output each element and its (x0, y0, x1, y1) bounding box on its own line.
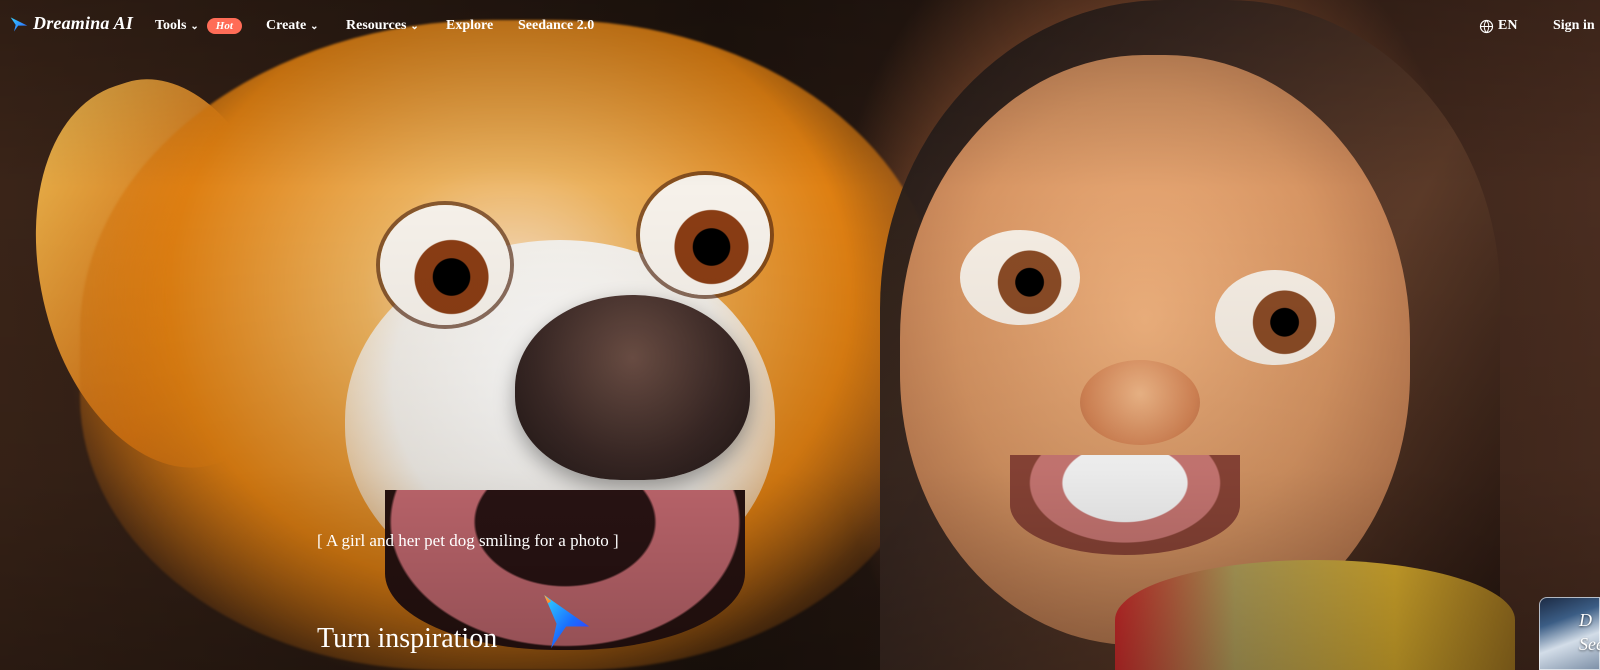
hero-banner: Dreamina AI Tools ⌄ Hot Create ⌄ Resourc… (0, 0, 1600, 670)
nav-resources-label: Resources (346, 18, 407, 33)
promo-thumbnail[interactable]: D See (1539, 597, 1600, 670)
dreamina-logo-icon (10, 16, 28, 31)
nav-tools[interactable]: Tools ⌄ Hot (155, 18, 242, 34)
nav-explore-label: Explore (446, 18, 494, 33)
globe-icon (1479, 19, 1494, 33)
nav-seedance-label: Seedance 2.0 (518, 18, 595, 33)
hero-overlay (0, 0, 1600, 670)
hot-badge: Hot (206, 18, 242, 34)
brand-logo[interactable]: Dreamina AI (9, 13, 133, 34)
brand-name: Dreamina AI (33, 13, 134, 33)
nav-resources[interactable]: Resources ⌄ (346, 18, 419, 34)
chevron-down-icon: ⌄ (190, 21, 199, 32)
sign-in-button[interactable]: Sign in (1553, 18, 1595, 34)
top-navigation: Dreamina AI Tools ⌄ Hot Create ⌄ Resourc… (0, 0, 1600, 52)
language-label: EN (1498, 18, 1518, 33)
language-selector[interactable]: EN (1479, 18, 1517, 34)
nav-tools-label: Tools (155, 18, 187, 33)
nav-create-label: Create (266, 18, 307, 33)
spark-icon (544, 595, 590, 649)
hero-title: Turn inspiration (317, 623, 498, 654)
chevron-down-icon: ⌄ (310, 21, 319, 32)
thumbnail-top-text: D (1579, 610, 1592, 630)
chevron-down-icon: ⌄ (410, 21, 419, 32)
hero-caption: [ A girl and her pet dog smiling for a p… (317, 531, 619, 550)
thumbnail-bottom-text: See (1579, 634, 1600, 654)
nav-seedance[interactable]: Seedance 2.0 (518, 18, 594, 34)
nav-explore[interactable]: Explore (446, 18, 493, 34)
nav-create[interactable]: Create ⌄ (266, 18, 319, 34)
